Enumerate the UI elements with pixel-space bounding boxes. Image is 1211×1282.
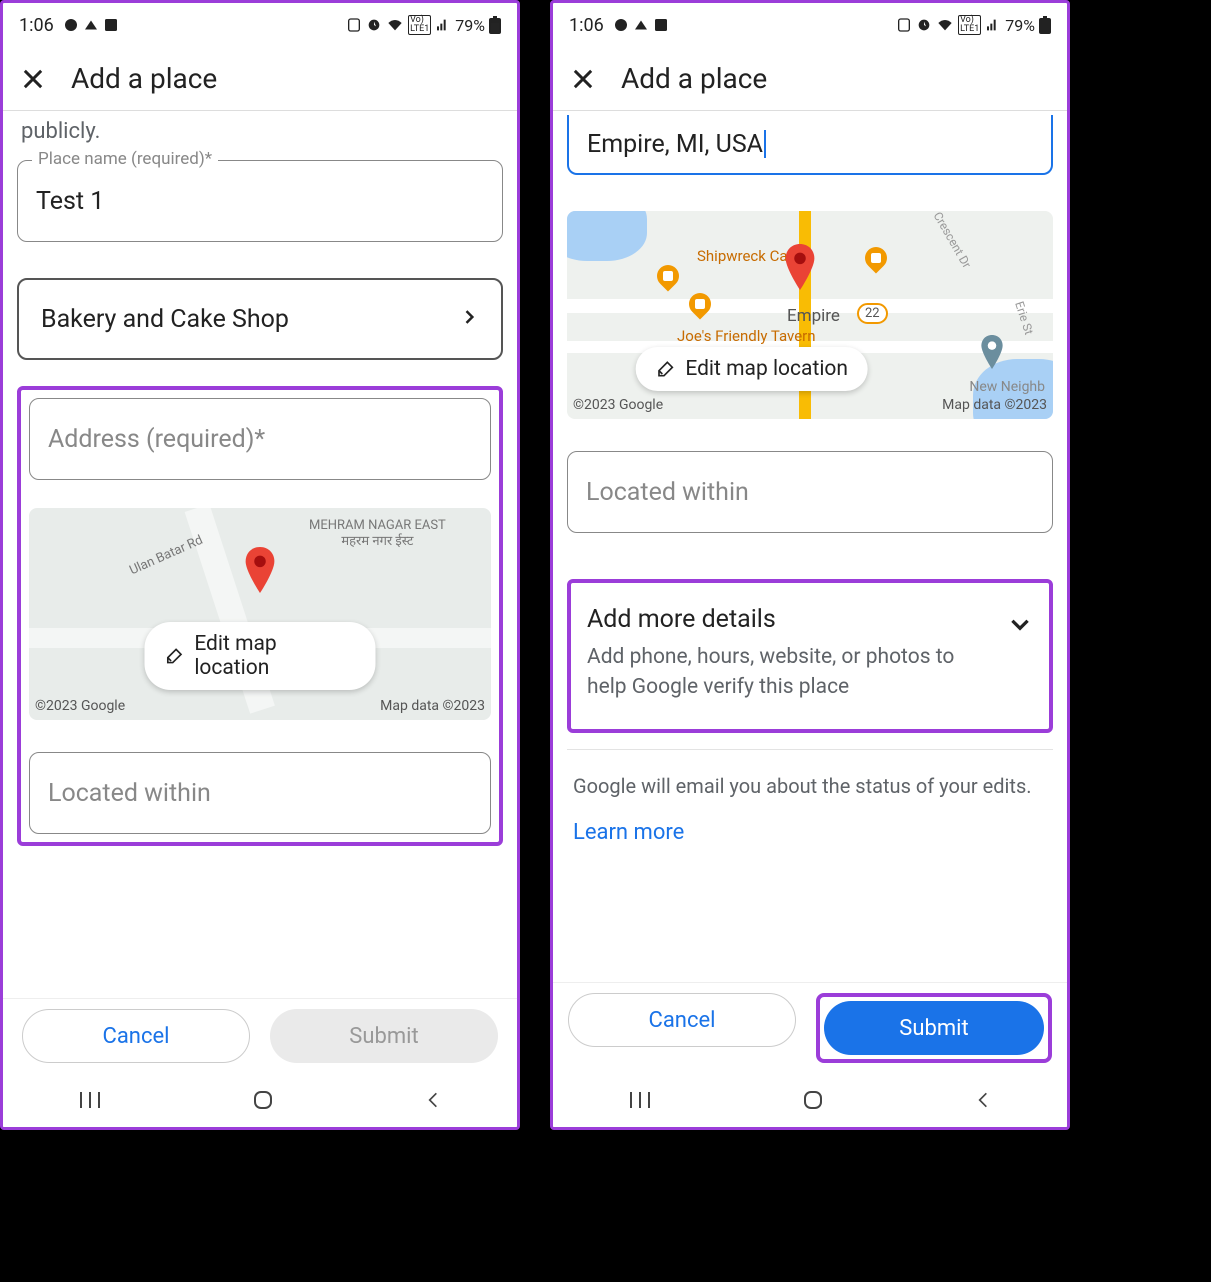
edit-status-note: Google will email you about the status o… bbox=[567, 766, 1053, 806]
bottom-action-bar: Cancel Submit bbox=[553, 982, 1067, 1073]
divider bbox=[567, 749, 1053, 750]
more-details-highlight: Add more details Add phone, hours, websi… bbox=[567, 579, 1053, 733]
app-bar: Add a place bbox=[3, 47, 517, 111]
address-section-highlight: Address (required)* MEHRAM NAGAR EAST मह… bbox=[17, 386, 503, 846]
status-time: 1:06 bbox=[569, 15, 604, 36]
status-bar: 1:06 Vo)LTE1 79% bbox=[553, 3, 1067, 47]
category-selector[interactable]: Bakery and Cake Shop bbox=[17, 278, 503, 360]
android-nav-bar bbox=[553, 1073, 1067, 1127]
route-badge: 22 bbox=[857, 303, 888, 324]
screenshot-right: 1:06 Vo)LTE1 79% Add a place Empire, MI,… bbox=[550, 0, 1070, 1130]
page-title: Add a place bbox=[71, 62, 217, 95]
status-bar: 1:06 Vo)LTE1 79% bbox=[3, 3, 517, 47]
home-icon[interactable] bbox=[801, 1088, 825, 1112]
edit-map-location-button[interactable]: Edit map location bbox=[635, 347, 868, 391]
map-data: Map data ©2023 bbox=[380, 698, 485, 714]
category-value: Bakery and Cake Shop bbox=[41, 305, 289, 334]
poi-food-icon bbox=[684, 288, 715, 319]
map-copyright: ©2023 Google bbox=[573, 397, 663, 413]
submit-highlight: Submit bbox=[816, 993, 1052, 1063]
chevron-down-icon bbox=[1007, 611, 1033, 641]
map-neigh-label: New Neighb bbox=[969, 379, 1045, 395]
status-battery: 79% bbox=[1005, 16, 1035, 35]
android-nav-bar bbox=[3, 1073, 517, 1127]
map-copyright: ©2023 Google bbox=[35, 698, 125, 714]
located-within-input[interactable]: Located within bbox=[567, 451, 1053, 533]
bottom-action-bar: Cancel Submit bbox=[3, 998, 517, 1073]
located-within-placeholder: Located within bbox=[586, 478, 749, 507]
chevron-right-icon bbox=[459, 307, 479, 331]
map-data: Map data ©2023 bbox=[942, 397, 1047, 413]
learn-more-link[interactable]: Learn more bbox=[567, 806, 1053, 859]
add-more-details-expander[interactable]: Add more details Add phone, hours, websi… bbox=[581, 593, 1039, 711]
map-town-label: Empire bbox=[787, 306, 840, 326]
waypoint-icon bbox=[979, 335, 1005, 373]
poi-food-icon bbox=[860, 242, 891, 273]
recents-icon[interactable] bbox=[627, 1090, 653, 1110]
screenshot-left: 1:06 Vo)LTE1 79% Add a place publicly. P… bbox=[0, 0, 520, 1130]
located-within-input[interactable]: Located within bbox=[29, 752, 491, 834]
back-icon[interactable] bbox=[973, 1090, 993, 1110]
edit-map-location-button[interactable]: Edit map location bbox=[145, 622, 376, 690]
cancel-button[interactable]: Cancel bbox=[568, 993, 796, 1047]
address-value: Empire, MI, USA bbox=[587, 130, 763, 159]
text-cursor bbox=[764, 130, 766, 158]
poi-food-icon bbox=[652, 260, 683, 291]
place-name-input[interactable]: Place name (required)* Test 1 bbox=[17, 160, 503, 242]
map-poi-label: Joe's Friendly Tavern bbox=[677, 327, 816, 345]
address-placeholder: Address (required)* bbox=[48, 425, 265, 454]
page-title: Add a place bbox=[621, 62, 767, 95]
cancel-button[interactable]: Cancel bbox=[22, 1009, 250, 1063]
map-area-label: MEHRAM NAGAR EAST bbox=[309, 518, 446, 534]
app-bar: Add a place bbox=[553, 47, 1067, 111]
address-input[interactable]: Empire, MI, USA bbox=[567, 115, 1053, 175]
map-street-label: Crescent Dr bbox=[930, 211, 973, 271]
status-time: 1:06 bbox=[19, 15, 54, 36]
submit-button[interactable]: Submit bbox=[270, 1009, 498, 1063]
back-icon[interactable] bbox=[423, 1090, 443, 1110]
more-details-title: Add more details bbox=[587, 605, 987, 634]
map-preview[interactable]: Shipwreck Cafe Joe's Friendly Tavern Emp… bbox=[567, 211, 1053, 419]
map-preview[interactable]: MEHRAM NAGAR EAST महरम नगर ईस्ट Ulan Bat… bbox=[29, 508, 491, 720]
map-pin-icon bbox=[242, 547, 278, 597]
more-details-subtitle: Add phone, hours, website, or photos to … bbox=[587, 642, 987, 703]
address-input[interactable]: Address (required)* bbox=[29, 398, 491, 480]
located-within-placeholder: Located within bbox=[48, 779, 211, 808]
close-icon[interactable] bbox=[19, 65, 47, 93]
map-pin-icon bbox=[782, 244, 818, 294]
close-icon[interactable] bbox=[569, 65, 597, 93]
recents-icon[interactable] bbox=[77, 1090, 103, 1110]
place-name-value: Test 1 bbox=[36, 187, 104, 216]
status-notif-icons bbox=[62, 16, 120, 34]
status-notif-icons bbox=[612, 16, 670, 34]
home-icon[interactable] bbox=[251, 1088, 275, 1112]
submit-button[interactable]: Submit bbox=[824, 1001, 1044, 1055]
status-battery: 79% bbox=[455, 16, 485, 35]
place-name-label: Place name (required)* bbox=[32, 149, 218, 169]
map-road-label: Ulan Batar Rd bbox=[127, 533, 205, 579]
map-area-label-hi: महरम नगर ईस्ट bbox=[309, 534, 446, 550]
